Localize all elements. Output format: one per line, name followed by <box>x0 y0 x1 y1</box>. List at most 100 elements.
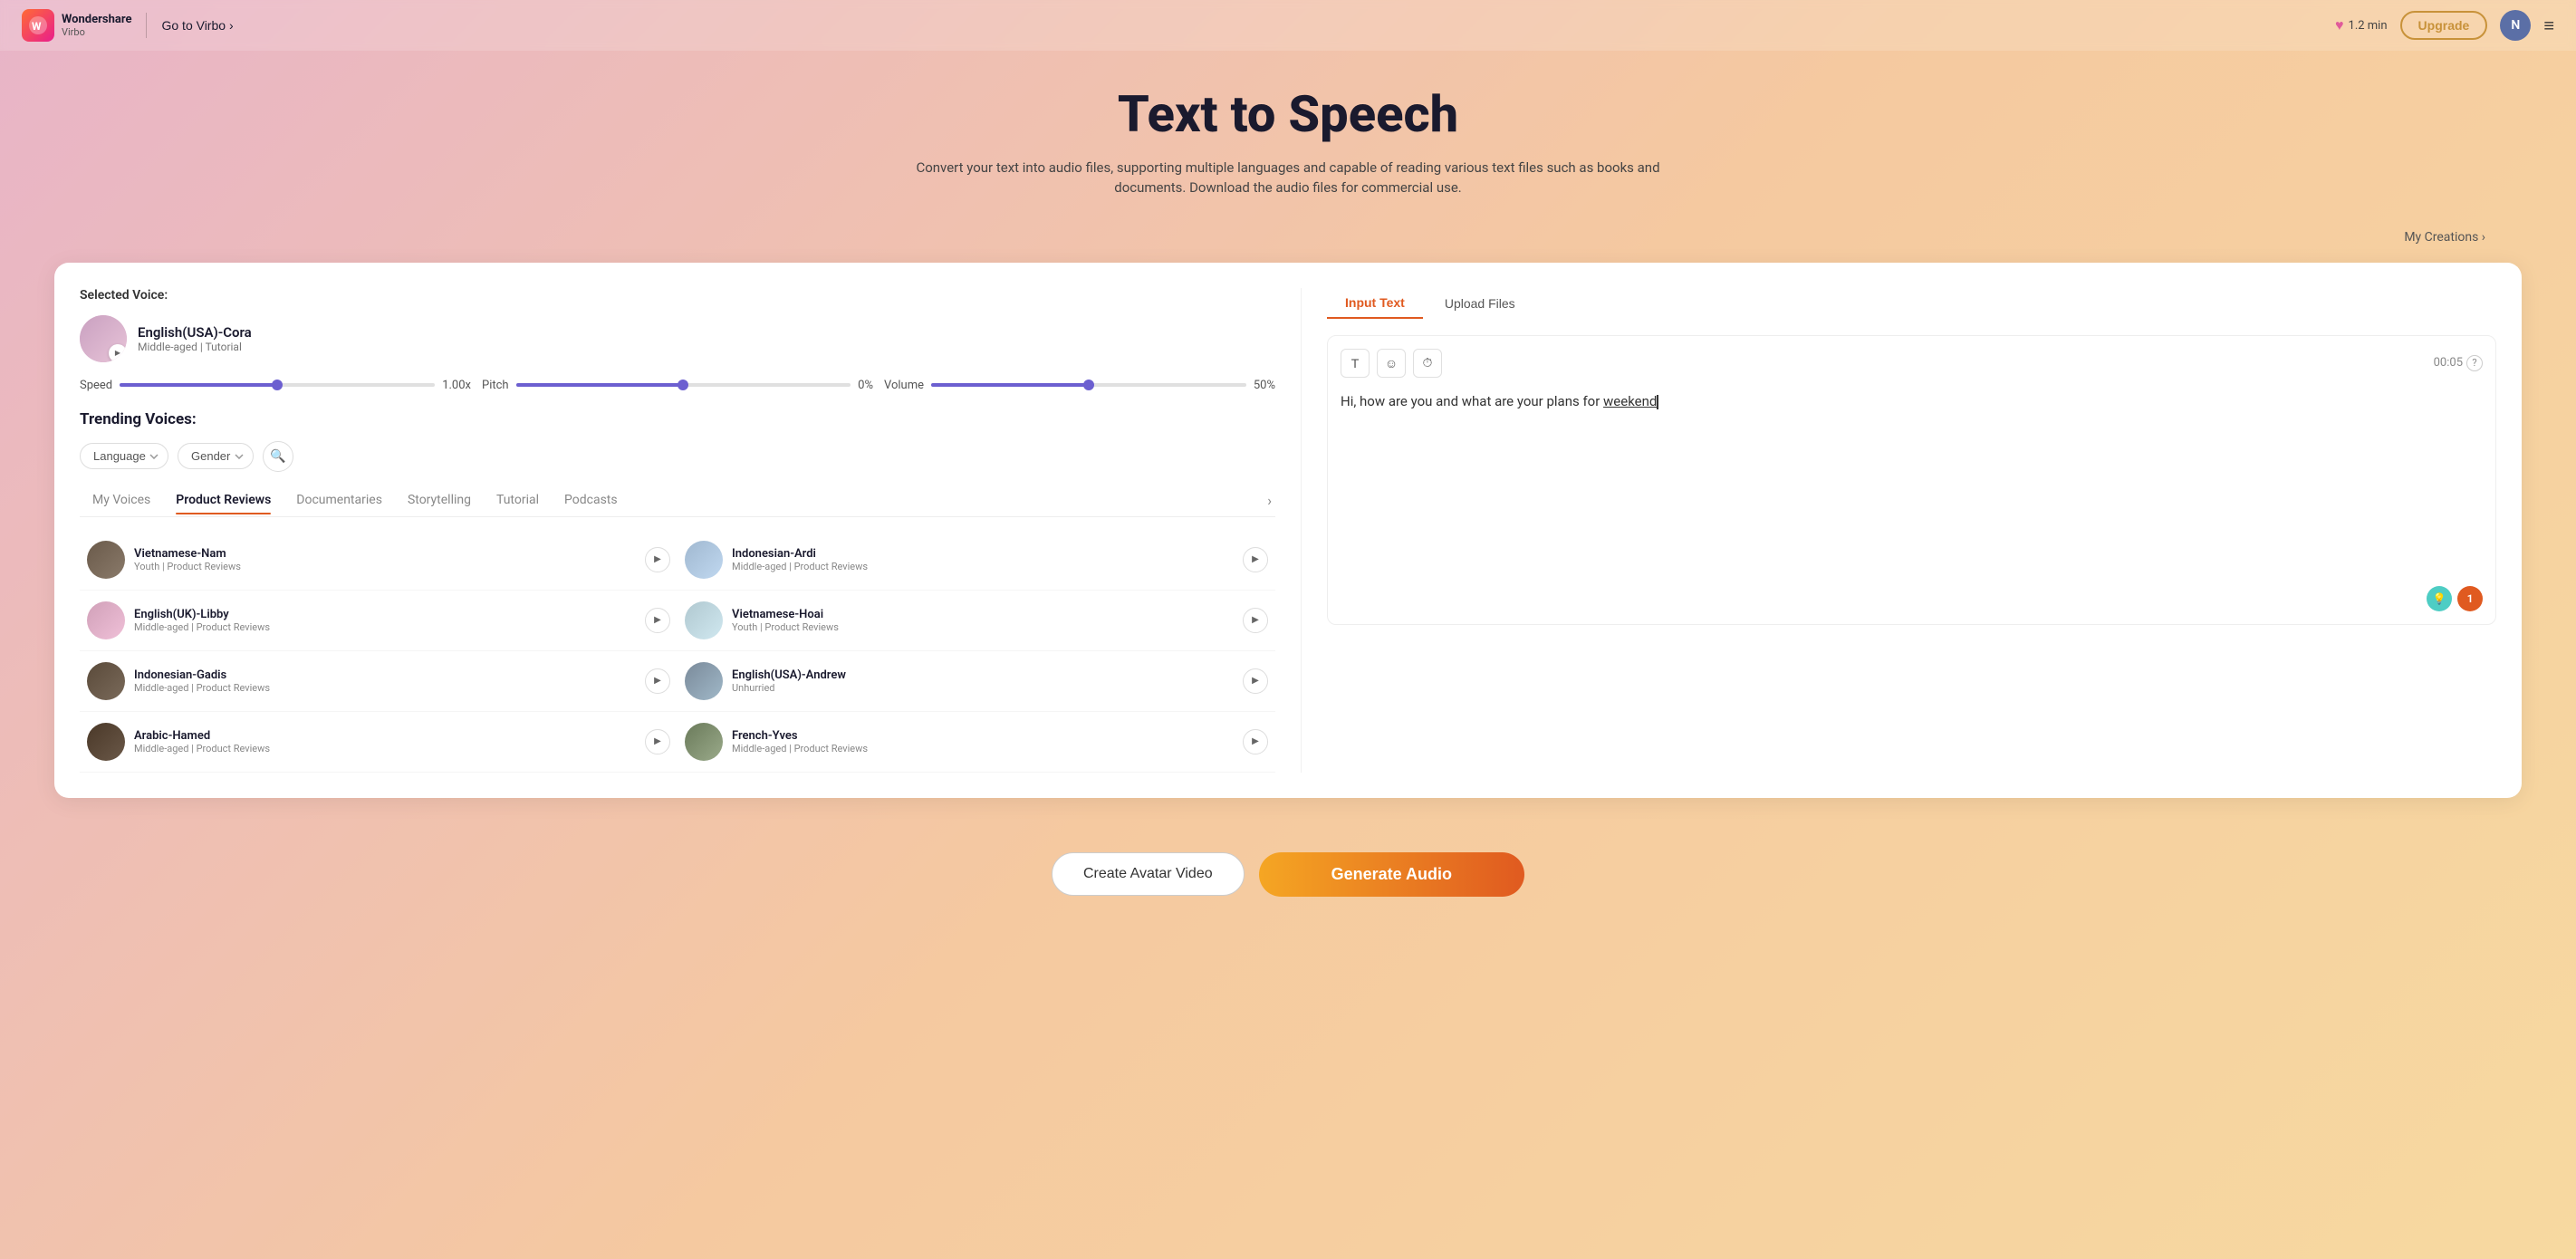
generate-audio-button[interactable]: Generate Audio <box>1259 852 1524 897</box>
speed-slider[interactable] <box>120 383 435 387</box>
voice-play-btn[interactable]: ▶ <box>645 729 670 754</box>
voice-name: Vietnamese-Hoai <box>732 608 1234 621</box>
help-icon[interactable]: ? <box>2466 355 2483 371</box>
text-format-button[interactable]: T <box>1341 349 1370 378</box>
voice-avatar-arabic-hamed <box>87 723 125 761</box>
voice-info-vietnamese-hoai: Vietnamese-Hoai Youth | Product Reviews <box>732 608 1234 633</box>
svg-text:W: W <box>32 20 42 33</box>
volume-fill <box>931 383 1089 387</box>
audio-timer: 00:05 ? <box>2434 355 2483 371</box>
selected-voice-play[interactable]: ▶ <box>109 344 127 362</box>
tab-input-text[interactable]: Input Text <box>1327 288 1423 319</box>
tab-upload-files[interactable]: Upload Files <box>1427 288 1533 319</box>
speed-value: 1.00x <box>442 379 471 392</box>
filter-row: Language Gender 🔍 <box>80 441 1275 472</box>
voice-avatar-english-usa-andrew <box>685 662 723 700</box>
voice-avatar-french-yves <box>685 723 723 761</box>
voice-play-btn[interactable]: ▶ <box>1243 608 1268 633</box>
speed-thumb <box>272 380 283 390</box>
voice-name: English(UK)-Libby <box>134 608 636 621</box>
hero-subtitle: Convert your text into audio files, supp… <box>880 158 1696 198</box>
language-select[interactable]: Language <box>80 443 168 469</box>
my-creations-link[interactable]: My Creations › <box>0 227 2576 245</box>
voice-meta: Middle-aged | Product Reviews <box>134 682 636 694</box>
navbar: W Wondershare Virbo Go to Virbo › ♥ 1.2 … <box>0 0 2576 51</box>
create-avatar-button[interactable]: Create Avatar Video <box>1052 852 1245 896</box>
pitch-thumb <box>678 380 688 390</box>
go-virbo-label: Go to Virbo <box>161 18 226 33</box>
trending-label: Trending Voices: <box>80 410 1275 428</box>
text-toolbar-left: T ☺ ⏱ <box>1341 349 1442 378</box>
voice-info-english-usa-andrew: English(USA)-Andrew Unhurried <box>732 668 1234 694</box>
notification-badge-teal[interactable]: 💡 <box>2427 586 2452 611</box>
list-item[interactable]: English(UK)-Libby Middle-aged | Product … <box>80 591 678 651</box>
text-toolbar: T ☺ ⏱ 00:05 ? <box>1341 349 2483 378</box>
voice-info-indonesian-gadis: Indonesian-Gadis Middle-aged | Product R… <box>134 668 636 694</box>
voice-info-indonesian-ardi: Indonesian-Ardi Middle-aged | Product Re… <box>732 547 1234 572</box>
volume-control: Volume 50% <box>884 379 1275 392</box>
go-virbo-chevron: › <box>229 18 234 33</box>
text-format-icon: T <box>1351 356 1360 370</box>
list-item[interactable]: Arabic-Hamed Middle-aged | Product Revie… <box>80 712 678 773</box>
logo-brand: Wondershare <box>62 13 131 26</box>
selected-voice-meta: Middle-aged | Tutorial <box>138 341 252 353</box>
tab-storytelling[interactable]: Storytelling <box>395 485 484 514</box>
list-item[interactable]: Indonesian-Gadis Middle-aged | Product R… <box>80 651 678 712</box>
emoji-icon: ☺ <box>1385 356 1398 370</box>
voice-list: Vietnamese-Nam Youth | Product Reviews ▶… <box>80 530 1275 773</box>
voice-play-btn[interactable]: ▶ <box>1243 668 1268 694</box>
selected-voice-row: ▶ English(USA)-Cora Middle-aged | Tutori… <box>80 315 1275 362</box>
voice-meta: Middle-aged | Product Reviews <box>732 743 1234 754</box>
menu-icon[interactable]: ≡ <box>2543 14 2554 37</box>
list-item[interactable]: Vietnamese-Hoai Youth | Product Reviews … <box>678 591 1275 651</box>
hero-section: Text to Speech Convert your text into au… <box>0 51 2576 227</box>
voice-meta: Youth | Product Reviews <box>732 621 1234 633</box>
list-item[interactable]: Indonesian-Ardi Middle-aged | Product Re… <box>678 530 1275 591</box>
emoji-button[interactable]: ☺ <box>1377 349 1406 378</box>
voice-search-button[interactable]: 🔍 <box>263 441 293 472</box>
voice-meta: Unhurried <box>732 682 1234 694</box>
voice-name: Indonesian-Gadis <box>134 668 636 682</box>
tab-documentaries[interactable]: Documentaries <box>284 485 395 514</box>
voice-meta: Middle-aged | Product Reviews <box>134 743 636 754</box>
voice-info-english-uk-libby: English(UK)-Libby Middle-aged | Product … <box>134 608 636 633</box>
user-avatar[interactable]: N <box>2500 10 2531 41</box>
voice-play-btn[interactable]: ▶ <box>1243 547 1268 572</box>
list-item[interactable]: French-Yves Middle-aged | Product Review… <box>678 712 1275 773</box>
list-item[interactable]: English(USA)-Andrew Unhurried ▶ <box>678 651 1275 712</box>
voice-avatar-vietnamese-hoai <box>685 601 723 639</box>
go-virbo-button[interactable]: Go to Virbo › <box>161 18 233 33</box>
voice-play-btn[interactable]: ▶ <box>645 547 670 572</box>
gender-select[interactable]: Gender <box>178 443 254 469</box>
timer-button[interactable]: ⏱ <box>1413 349 1442 378</box>
bottom-actions: Create Avatar Video Generate Audio <box>0 834 2576 924</box>
tabs-chevron-right[interactable]: › <box>1264 485 1275 516</box>
voice-name: Indonesian-Ardi <box>732 547 1234 561</box>
voice-meta: Middle-aged | Product Reviews <box>732 561 1234 572</box>
search-icon: 🔍 <box>270 449 285 464</box>
pitch-label: Pitch <box>482 379 509 392</box>
tab-product-reviews[interactable]: Product Reviews <box>163 485 284 514</box>
selected-voice-name: English(USA)-Cora <box>138 324 252 341</box>
right-panel: Input Text Upload Files T ☺ ⏱ 00:05 <box>1301 288 2496 773</box>
pitch-slider[interactable] <box>516 383 851 387</box>
tab-podcasts[interactable]: Podcasts <box>552 485 630 514</box>
upgrade-button[interactable]: Upgrade <box>2400 11 2488 40</box>
notification-badge-count[interactable]: 1 <box>2457 586 2483 611</box>
credits-badge: ♥ 1.2 min <box>2335 16 2388 34</box>
voice-play-btn[interactable]: ▶ <box>645 668 670 694</box>
voice-info-french-yves: French-Yves Middle-aged | Product Review… <box>732 729 1234 754</box>
speed-label: Speed <box>80 379 112 392</box>
my-creations-anchor[interactable]: My Creations › <box>2404 230 2485 245</box>
voice-play-btn[interactable]: ▶ <box>645 608 670 633</box>
pitch-control: Pitch 0% <box>482 379 873 392</box>
tab-my-voices[interactable]: My Voices <box>80 485 163 514</box>
list-item[interactable]: Vietnamese-Nam Youth | Product Reviews ▶ <box>80 530 678 591</box>
voice-play-btn[interactable]: ▶ <box>1243 729 1268 754</box>
tab-tutorial[interactable]: Tutorial <box>484 485 552 514</box>
text-input-content[interactable]: Hi, how are you and what are your plans … <box>1341 390 2483 412</box>
main-card: Selected Voice: ▶ English(USA)-Cora Midd… <box>54 263 2522 798</box>
volume-slider[interactable] <box>931 383 1246 387</box>
selected-voice-label: Selected Voice: <box>80 288 1275 303</box>
page-title: Text to Speech <box>18 87 2558 143</box>
